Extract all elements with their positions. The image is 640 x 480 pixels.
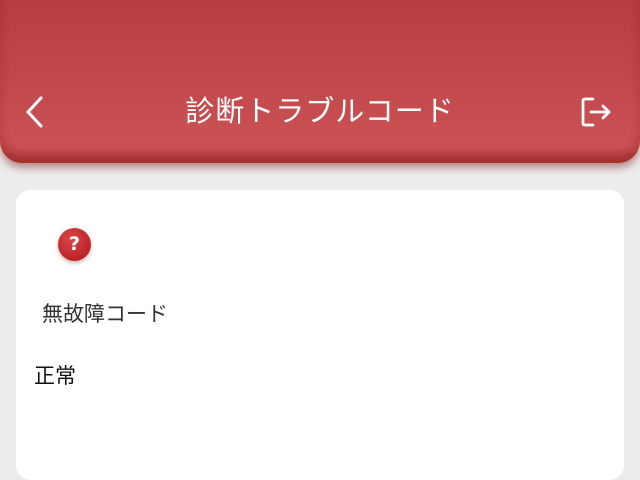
trouble-code-card: ? 無故障コード 正常 (16, 190, 624, 480)
chevron-left-icon (26, 96, 43, 128)
back-button[interactable] (16, 92, 52, 132)
logout-icon (581, 97, 611, 127)
question-symbol: ? (68, 233, 81, 255)
trouble-code-label: 無故障コード (42, 302, 168, 326)
page-title: 診断トラブルコード (185, 94, 455, 128)
logout-button[interactable] (576, 92, 616, 132)
question-icon[interactable]: ? (58, 228, 91, 261)
app-header: 診断トラブルコード (0, 0, 640, 163)
trouble-code-status: 正常 (34, 364, 76, 388)
